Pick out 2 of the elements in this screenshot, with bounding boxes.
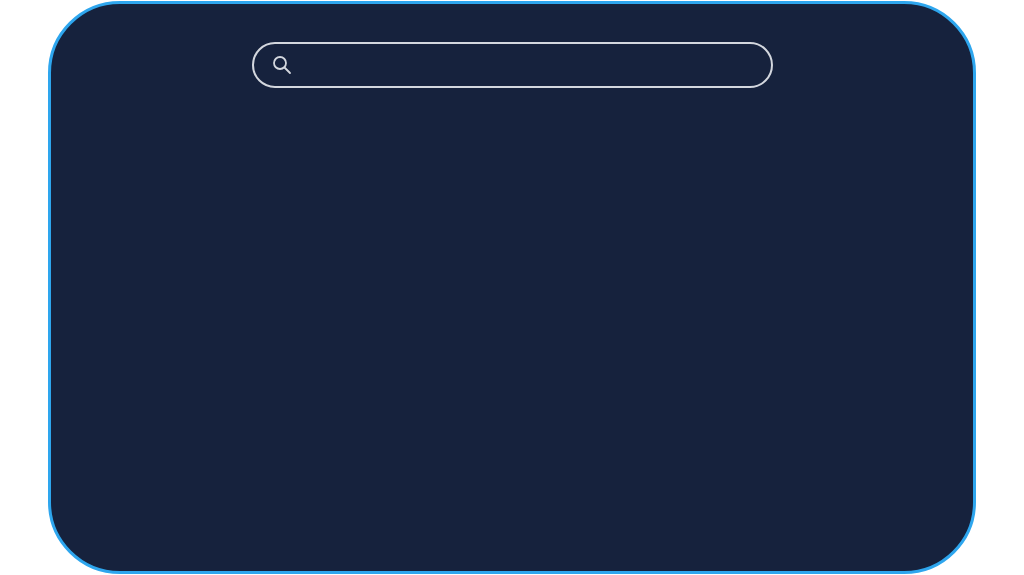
search-field[interactable] xyxy=(251,42,773,88)
search-icon xyxy=(271,55,292,75)
